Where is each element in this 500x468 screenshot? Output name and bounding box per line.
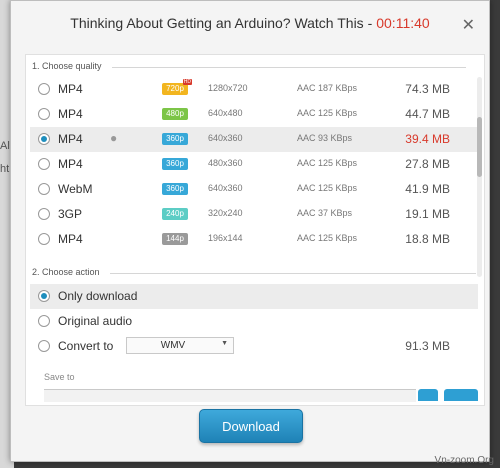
- audio-bitrate-text: AAC 125 KBps: [297, 108, 358, 118]
- quality-option-row[interactable]: MP4 ● 360p 640x360 AAC 93 KBps 39.4 MB: [30, 127, 478, 152]
- format-label: MP4: [58, 107, 83, 121]
- radio-button[interactable]: [38, 158, 50, 170]
- section-divider: [110, 273, 476, 274]
- audio-bitrate-text: AAC 187 KBps: [297, 83, 358, 93]
- save-to-label: Save to: [44, 372, 75, 382]
- dialog-footer: Download: [11, 405, 489, 461]
- resolution-text: 640x480: [208, 108, 243, 118]
- save-to-path-input[interactable]: [44, 389, 416, 402]
- quality-badge: 240p: [162, 208, 188, 220]
- apple-icon: ●: [110, 131, 118, 145]
- resolution-text: 640x360: [208, 133, 243, 143]
- video-duration: 00:11:40: [376, 15, 430, 31]
- file-size: 74.3 MB: [405, 82, 450, 96]
- resolution-text: 640x360: [208, 183, 243, 193]
- background-text: ht: [0, 163, 10, 175]
- radio-button[interactable]: [38, 133, 50, 145]
- resolution-text: 196x144: [208, 233, 243, 243]
- quality-option-row[interactable]: MP4 720p 1280x720 AAC 187 KBps 74.3 MB: [30, 77, 478, 102]
- resolution-text: 480x360: [208, 158, 243, 168]
- convert-format-select[interactable]: WMV ▼: [126, 337, 234, 354]
- convert-format-value: WMV: [160, 340, 186, 351]
- file-size: 19.1 MB: [405, 207, 450, 221]
- quality-option-row[interactable]: MP4 480p 640x480 AAC 125 KBps 44.7 MB: [30, 102, 478, 127]
- quality-badge: 360p: [162, 158, 188, 170]
- quality-badge: 480p: [162, 108, 188, 120]
- file-size: 18.8 MB: [405, 232, 450, 246]
- audio-bitrate-text: AAC 125 KBps: [297, 158, 358, 168]
- format-label: WebM: [58, 182, 93, 196]
- format-label: MP4: [58, 232, 83, 246]
- quality-badge: 360p: [162, 183, 188, 195]
- download-dialog: Thinking About Getting an Arduino? Watch…: [10, 0, 490, 462]
- download-button[interactable]: Download: [199, 409, 303, 443]
- action-label: Convert to: [58, 339, 114, 353]
- quality-option-row[interactable]: MP4 360p 480x360 AAC 125 KBps 27.8 MB: [30, 152, 478, 177]
- format-label: MP4: [58, 157, 83, 171]
- resolution-text: 1280x720: [208, 83, 248, 93]
- action-convert-to[interactable]: Convert to WMV ▼ 91.3 MB: [30, 334, 478, 359]
- radio-button[interactable]: [38, 233, 50, 245]
- file-size: 41.9 MB: [405, 182, 450, 196]
- radio-button[interactable]: [38, 290, 50, 302]
- scrollbar[interactable]: [477, 77, 482, 277]
- chevron-down-icon: ▼: [221, 340, 228, 347]
- action-section-label: 2. Choose action: [32, 267, 100, 277]
- action-label: Original audio: [58, 314, 133, 328]
- action-only-download[interactable]: Only download: [30, 284, 478, 309]
- quality-badge: 720p: [162, 79, 192, 95]
- scrollbar-thumb[interactable]: [477, 117, 482, 177]
- resolution-text: 320x240: [208, 208, 243, 218]
- radio-button[interactable]: [38, 340, 50, 352]
- radio-button[interactable]: [38, 108, 50, 120]
- quality-badge: 144p: [162, 233, 188, 245]
- format-label: MP4: [58, 132, 83, 146]
- dialog-titlebar: Thinking About Getting an Arduino? Watch…: [11, 1, 489, 51]
- section-divider: [112, 67, 466, 68]
- radio-button[interactable]: [38, 315, 50, 327]
- quality-badge: 360p: [162, 133, 188, 145]
- format-label: 3GP: [58, 207, 83, 221]
- video-title: Thinking About Getting an Arduino? Watch…: [70, 15, 373, 31]
- action-original-audio[interactable]: Original audio: [30, 309, 478, 334]
- radio-button[interactable]: [38, 183, 50, 195]
- file-size: 39.4 MB: [405, 132, 450, 146]
- action-label: Only download: [58, 289, 138, 303]
- folder-browse-button[interactable]: [418, 389, 438, 401]
- open-folder-button[interactable]: [444, 389, 478, 401]
- radio-button[interactable]: [38, 83, 50, 95]
- radio-button[interactable]: [38, 208, 50, 220]
- audio-bitrate-text: AAC 37 KBps: [297, 208, 353, 218]
- file-size: 27.8 MB: [405, 157, 450, 171]
- convert-size: 91.3 MB: [405, 339, 450, 353]
- file-size: 44.7 MB: [405, 107, 450, 121]
- quality-option-row[interactable]: MP4 144p 196x144 AAC 125 KBps 18.8 MB: [30, 227, 478, 252]
- quality-option-row[interactable]: 3GP 240p 320x240 AAC 37 KBps 19.1 MB: [30, 202, 478, 227]
- background-text: Al: [0, 140, 10, 152]
- quality-section-label: 1. Choose quality: [32, 61, 102, 71]
- quality-option-row[interactable]: WebM 360p 640x360 AAC 125 KBps 41.9 MB: [30, 177, 478, 202]
- options-panel: 1. Choose quality MP4 720p 1280x720 AAC 187…: [25, 54, 485, 406]
- dialog-title: Thinking About Getting an Arduino? Watch…: [11, 15, 489, 31]
- audio-bitrate-text: AAC 125 KBps: [297, 233, 358, 243]
- format-label: MP4: [58, 82, 83, 96]
- watermark-text: Vn-zoom.Org: [434, 455, 494, 466]
- close-icon[interactable]: ✕: [462, 15, 475, 35]
- audio-bitrate-text: AAC 125 KBps: [297, 183, 358, 193]
- audio-bitrate-text: AAC 93 KBps: [297, 133, 353, 143]
